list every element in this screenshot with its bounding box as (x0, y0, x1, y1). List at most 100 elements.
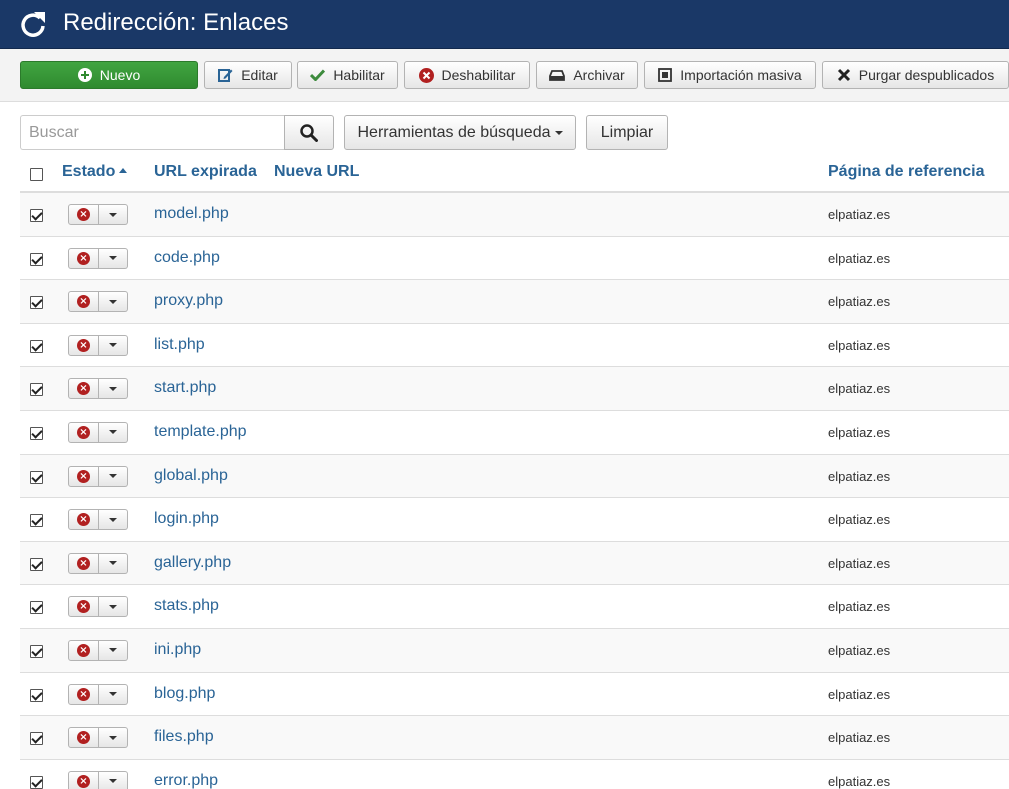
expired-url-link[interactable]: files.php (154, 728, 214, 746)
caret-down-icon (109, 299, 117, 304)
status-toggle-button[interactable]: × (68, 291, 99, 313)
status-dropdown-button[interactable] (99, 639, 128, 661)
clear-button[interactable]: Limpiar (586, 115, 668, 150)
referer-text: elpatiaz.es (828, 337, 891, 353)
search-button[interactable] (284, 115, 334, 150)
search-tools-button[interactable]: Herramientas de búsqueda (344, 115, 576, 150)
status-dropdown-button[interactable] (99, 247, 128, 269)
expired-url-link[interactable]: template.php (154, 423, 247, 441)
disabled-status-icon: × (77, 687, 90, 701)
select-all-checkbox[interactable] (30, 168, 43, 181)
column-header-expired-url[interactable]: URL expirada (154, 163, 257, 181)
status-toggle-button[interactable]: × (68, 465, 99, 487)
row-checkbox[interactable] (30, 688, 43, 702)
expired-url-link[interactable]: error.php (154, 772, 218, 789)
purge-button-label: Purgar despublicados (858, 67, 995, 83)
column-header-referer[interactable]: Página de referencia (828, 163, 985, 181)
status-toggle-group: × (68, 291, 128, 313)
referer-text: elpatiaz.es (828, 468, 891, 484)
status-toggle-button[interactable]: × (68, 639, 99, 661)
new-button[interactable]: Nuevo (20, 61, 198, 89)
disabled-status-icon: × (77, 513, 90, 527)
status-dropdown-button[interactable] (99, 727, 128, 749)
status-toggle-button[interactable]: × (68, 421, 99, 443)
status-toggle-button[interactable]: × (68, 204, 99, 225)
status-toggle-button[interactable]: × (68, 552, 99, 574)
status-toggle-button[interactable]: × (68, 378, 99, 400)
status-toggle-button[interactable]: × (68, 509, 99, 531)
caret-down-icon (109, 212, 117, 217)
status-toggle-button[interactable]: × (68, 596, 99, 618)
bulk-import-button[interactable]: Importación masiva (644, 61, 816, 89)
caret-down-icon (109, 517, 117, 522)
status-dropdown-button[interactable] (99, 509, 128, 531)
expired-url-link[interactable]: list.php (154, 336, 205, 354)
expired-url-link[interactable]: blog.php (154, 685, 215, 703)
expired-url-link[interactable]: start.php (154, 379, 216, 397)
row-checkbox[interactable] (30, 644, 43, 658)
row-checkbox[interactable] (30, 775, 43, 789)
status-dropdown-button[interactable] (99, 334, 128, 356)
row-checkbox[interactable] (30, 732, 43, 746)
status-toggle-button[interactable]: × (68, 334, 99, 356)
referer-text: elpatiaz.es (828, 599, 891, 615)
column-header-new-url[interactable]: Nueva URL (274, 163, 359, 181)
disabled-status-icon: × (77, 469, 90, 483)
table-row: × model.php elpatiaz.es (20, 193, 1009, 237)
status-toggle-button[interactable]: × (68, 683, 99, 705)
row-checkbox[interactable] (30, 252, 43, 266)
referer-text: elpatiaz.es (828, 686, 891, 702)
expired-url-link[interactable]: global.php (154, 467, 228, 485)
row-checkbox[interactable] (30, 601, 43, 615)
expired-url-link[interactable]: code.php (154, 249, 220, 267)
status-dropdown-button[interactable] (99, 291, 128, 313)
row-checkbox[interactable] (30, 426, 43, 440)
table-row: × proxy.php elpatiaz.es (20, 280, 1009, 324)
status-dropdown-button[interactable] (99, 596, 128, 618)
disable-button[interactable]: Deshabilitar (404, 61, 530, 89)
status-toggle-button[interactable]: × (68, 727, 99, 749)
status-dropdown-button[interactable] (99, 465, 128, 487)
expired-url-link[interactable]: model.php (154, 205, 229, 223)
search-input[interactable] (20, 115, 285, 150)
enable-button[interactable]: Habilitar (297, 61, 398, 89)
purge-button[interactable]: Purgar despublicados (822, 61, 1009, 89)
archive-button[interactable]: Archivar (536, 61, 638, 89)
row-checkbox[interactable] (30, 470, 43, 484)
status-dropdown-button[interactable] (99, 683, 128, 705)
status-dropdown-button[interactable] (99, 204, 128, 225)
expired-url-link[interactable]: gallery.php (154, 554, 231, 572)
row-checkbox[interactable] (30, 209, 43, 222)
toolbar: Nuevo Editar Habilitar Deshabilitar Arch… (0, 49, 1009, 102)
edit-button[interactable]: Editar (204, 61, 292, 89)
referer-text: elpatiaz.es (828, 294, 891, 310)
disabled-status-icon: × (77, 643, 90, 657)
row-checkbox[interactable] (30, 557, 43, 571)
column-header-status[interactable]: Estado (62, 163, 128, 181)
new-button-label: Nuevo (99, 67, 141, 83)
row-checkbox[interactable] (30, 296, 43, 310)
status-toggle-button[interactable]: × (68, 770, 99, 789)
referer-text: elpatiaz.es (828, 207, 891, 222)
referer-text: elpatiaz.es (828, 642, 891, 658)
caret-down-icon (109, 735, 117, 740)
row-checkbox[interactable] (30, 514, 43, 528)
caret-down-icon (109, 430, 117, 435)
status-toggle-group: × (68, 247, 128, 269)
caret-down-icon (109, 474, 117, 479)
status-dropdown-button[interactable] (99, 552, 128, 574)
status-dropdown-button[interactable] (99, 378, 128, 400)
status-dropdown-button[interactable] (99, 770, 128, 789)
status-dropdown-button[interactable] (99, 421, 128, 443)
expired-url-link[interactable]: ini.php (154, 641, 201, 659)
table-row: × ini.php elpatiaz.es (20, 628, 1009, 673)
expired-url-link[interactable]: proxy.php (154, 292, 223, 310)
row-checkbox[interactable] (30, 339, 43, 353)
expired-url-link[interactable]: stats.php (154, 597, 219, 615)
table-row: × start.php elpatiaz.es (20, 367, 1009, 411)
expired-url-link[interactable]: login.php (154, 510, 219, 528)
row-checkbox[interactable] (30, 383, 43, 397)
status-toggle-button[interactable]: × (68, 247, 99, 269)
referer-text: elpatiaz.es (828, 730, 891, 746)
bulk-import-button-label: Importación masiva (680, 67, 802, 83)
